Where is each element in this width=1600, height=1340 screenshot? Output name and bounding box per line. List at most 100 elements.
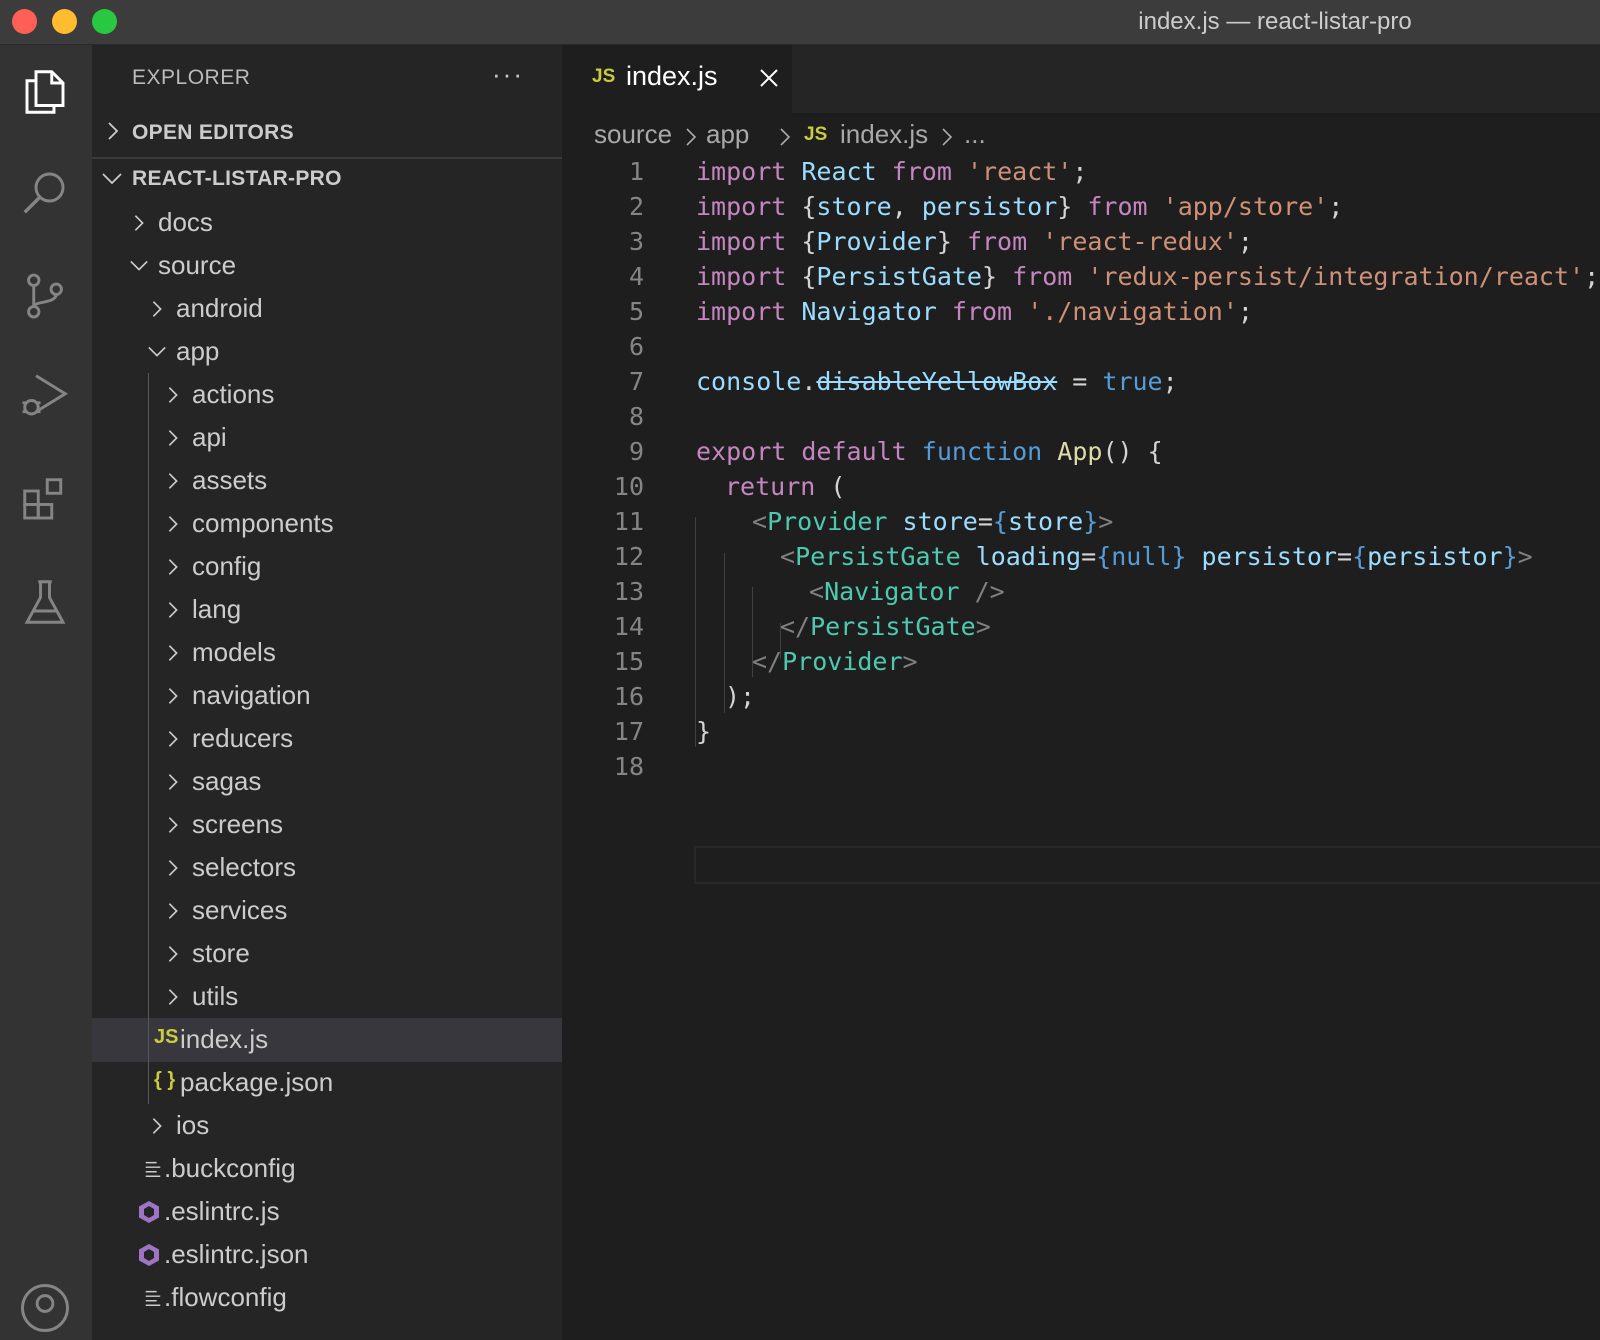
- line-source: import Navigator from './navigation';: [696, 297, 1253, 326]
- tree-item-sagas[interactable]: sagas: [92, 760, 562, 804]
- chevron-down-icon: [130, 260, 148, 271]
- testing-icon: [24, 580, 66, 624]
- close-window-button[interactable]: [12, 9, 37, 34]
- tab-index-js[interactable]: JS index.js: [562, 45, 792, 113]
- chevron-down-icon: [148, 346, 166, 357]
- tree-item-label: index.js: [180, 1024, 269, 1054]
- tree-item-app[interactable]: app: [92, 330, 562, 374]
- breadcrumb-item[interactable]: source: [594, 119, 672, 150]
- tree-item-label: actions: [192, 379, 275, 409]
- testing-activity-button[interactable]: [14, 571, 76, 633]
- chevron-right-icon: [942, 128, 953, 146]
- chevron-right-icon: [168, 387, 178, 403]
- breadcrumb-item[interactable]: app: [706, 119, 749, 150]
- javascript-file-icon: JS: [592, 66, 616, 87]
- line-source: import {PersistGate} from 'redux-persist…: [696, 262, 1600, 291]
- tree-item-android[interactable]: android: [92, 287, 562, 331]
- tree-item-label: store: [192, 938, 250, 968]
- tree-item-models[interactable]: models: [92, 631, 562, 675]
- activity-bar: [0, 45, 92, 1340]
- extensions-activity-button[interactable]: [14, 469, 76, 531]
- explorer-more-actions-button[interactable]: ···: [492, 59, 524, 90]
- run-debug-activity-button[interactable]: [14, 365, 76, 427]
- code-line: 3 import {Provider} from 'react-redux';: [562, 225, 1600, 261]
- line-number: 9: [628, 437, 644, 466]
- explorer-activity-button[interactable]: [14, 61, 76, 123]
- maximize-window-button[interactable]: [92, 9, 117, 34]
- line-number: 15: [613, 647, 644, 676]
- line-source: import {Provider} from 'react-redux';: [696, 227, 1253, 256]
- line-number: 6: [628, 332, 644, 361]
- tree-item-label: .eslintrc.json: [164, 1239, 309, 1269]
- chevron-right-icon: [108, 122, 119, 140]
- tree-item-ios[interactable]: ios: [92, 1104, 562, 1148]
- chevron-right-icon: [152, 1118, 162, 1134]
- breadcrumb-item[interactable]: index.js: [840, 119, 928, 150]
- tree-item-flowconfig[interactable]: .flowconfig: [92, 1276, 562, 1320]
- chevron-right-icon: [168, 860, 178, 876]
- breadcrumb-item[interactable]: ...: [964, 119, 986, 150]
- chevron-right-icon: [780, 128, 791, 146]
- window-title: index.js — react-listar-pro: [1138, 8, 1412, 35]
- tree-item-services[interactable]: services: [92, 889, 562, 933]
- line-source: return (: [725, 472, 846, 501]
- search-activity-button[interactable]: [14, 161, 76, 223]
- chevron-right-icon: [134, 215, 144, 231]
- tree-item-screens[interactable]: screens: [92, 803, 562, 847]
- source-control-activity-button[interactable]: [14, 265, 76, 327]
- explorer-title: EXPLORER: [132, 66, 251, 89]
- javascript-file-icon: JS: [804, 124, 828, 145]
- tree-item-package-json[interactable]: { } package.json: [92, 1061, 562, 1105]
- tree-item-docs[interactable]: docs: [92, 201, 562, 245]
- files-icon: [25, 70, 65, 114]
- tree-item-label: reducers: [192, 723, 294, 753]
- tree-item-label: android: [176, 293, 263, 323]
- tree-item-source[interactable]: source: [92, 244, 562, 288]
- line-source: <Navigator />: [809, 577, 1005, 606]
- tree-item-store[interactable]: store: [92, 932, 562, 976]
- line-source: export default function App() {: [696, 437, 1163, 466]
- tree-item-label: navigation: [192, 680, 311, 710]
- current-line-highlight: [694, 846, 1600, 884]
- tree-item-reducers[interactable]: reducers: [92, 717, 562, 761]
- project-section[interactable]: REACT-LISTAR-PRO: [92, 159, 562, 199]
- line-number: 5: [628, 297, 644, 326]
- tree-item-label: source: [158, 250, 237, 280]
- code-line: 10 return (: [562, 470, 1600, 506]
- search-icon: [23, 172, 65, 214]
- tree-item-lang[interactable]: lang: [92, 588, 562, 632]
- minimize-window-button[interactable]: [52, 9, 77, 34]
- tree-item-buckconfig[interactable]: .buckconfig: [92, 1147, 562, 1191]
- code-line: 18: [562, 750, 1600, 786]
- tree-item-eslintrc-json[interactable]: .eslintrc.json: [92, 1233, 562, 1277]
- tree-item-api[interactable]: api: [92, 416, 562, 460]
- line-source: </PersistGate>: [780, 612, 991, 641]
- code-line: 17}: [562, 715, 1600, 751]
- chevron-right-icon: [168, 602, 178, 618]
- tree-item-label: models: [192, 637, 276, 667]
- tree-item-label: ios: [176, 1110, 210, 1140]
- tree-item-assets[interactable]: assets: [92, 459, 562, 503]
- tree-item-index-js[interactable]: JS index.js: [92, 1018, 562, 1062]
- tree-item-label: utils: [192, 981, 239, 1011]
- account-activity-button[interactable]: [14, 1277, 76, 1339]
- tree-item-config[interactable]: config: [92, 545, 562, 589]
- tree-item-selectors[interactable]: selectors: [92, 846, 562, 890]
- open-editors-section[interactable]: OPEN EDITORS: [92, 113, 562, 159]
- tree-item-eslintrc-js[interactable]: .eslintrc.js: [92, 1190, 562, 1234]
- line-source: <PersistGate loading={null} persistor={p…: [780, 542, 1533, 571]
- tree-item-label: .buckconfig: [164, 1153, 296, 1183]
- line-number: 14: [613, 612, 644, 641]
- line-number: 8: [628, 402, 644, 431]
- tree-item-navigation[interactable]: navigation: [92, 674, 562, 718]
- tree-item-actions[interactable]: actions: [92, 373, 562, 417]
- text-file-icon: [145, 1290, 161, 1306]
- tree-item-label: lang: [192, 594, 242, 624]
- code-line: 6: [562, 330, 1600, 366]
- code-line: 4 import {PersistGate} from 'redux-persis…: [562, 260, 1600, 296]
- line-source: );: [725, 682, 756, 711]
- chevron-right-icon: [168, 774, 178, 790]
- tree-item-utils[interactable]: utils: [92, 975, 562, 1019]
- tree-item-components[interactable]: components: [92, 502, 562, 546]
- close-icon[interactable]: [758, 67, 780, 89]
